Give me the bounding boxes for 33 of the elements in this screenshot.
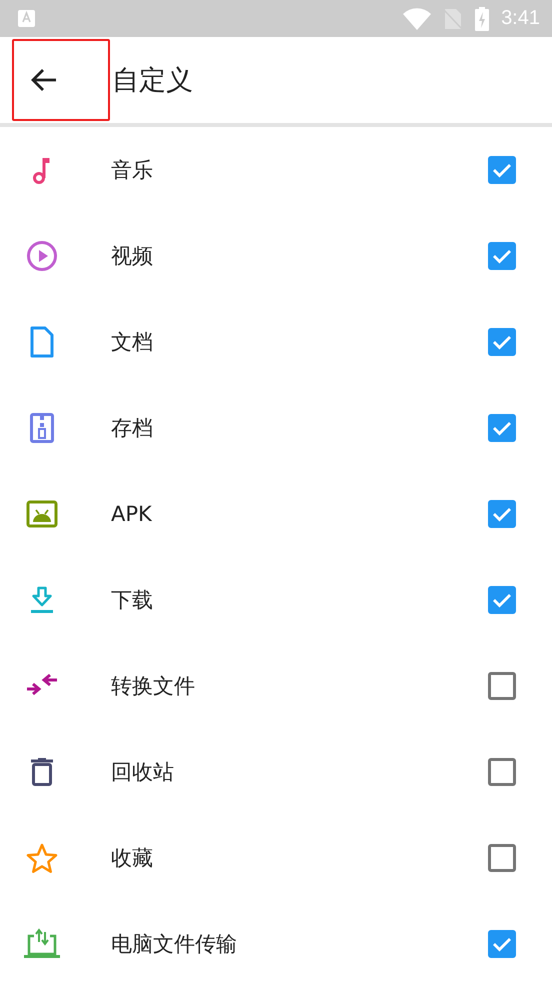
back-button[interactable]: [12, 39, 110, 121]
category-label: 下载: [111, 587, 154, 614]
category-label: 转换文件: [111, 673, 196, 700]
checkmark-icon: [492, 420, 512, 436]
checkbox[interactable]: [488, 844, 516, 872]
checkbox[interactable]: [488, 328, 516, 356]
checkbox[interactable]: [488, 586, 516, 614]
category-label: 存档: [111, 415, 154, 442]
wifi-icon: [403, 8, 432, 30]
category-label: 视频: [111, 243, 154, 270]
checkmark-icon: [492, 334, 512, 350]
checkbox[interactable]: [488, 758, 516, 786]
checkbox[interactable]: [488, 414, 516, 442]
battery-charging-icon: [475, 6, 490, 30]
category-label: 文档: [111, 329, 154, 356]
checkmark-icon: [492, 162, 512, 178]
category-label: 回收站: [111, 759, 175, 786]
back-arrow-icon: [30, 68, 58, 92]
category-label: APK: [111, 502, 153, 526]
checkmark-icon: [492, 592, 512, 608]
category-label: 收藏: [111, 845, 154, 872]
keyboard-icon: [18, 10, 35, 27]
checkbox[interactable]: [488, 500, 516, 528]
checkbox[interactable]: [488, 242, 516, 270]
checkmark-icon: [492, 936, 512, 952]
page-title: 自定义: [112, 64, 193, 98]
checkmark-icon: [492, 248, 512, 264]
category-label: 电脑文件传输: [111, 931, 238, 958]
category-label: 音乐: [111, 157, 154, 184]
checkbox[interactable]: [488, 156, 516, 184]
checkbox[interactable]: [488, 672, 516, 700]
checkmark-icon: [492, 506, 512, 522]
checkbox[interactable]: [488, 930, 516, 958]
